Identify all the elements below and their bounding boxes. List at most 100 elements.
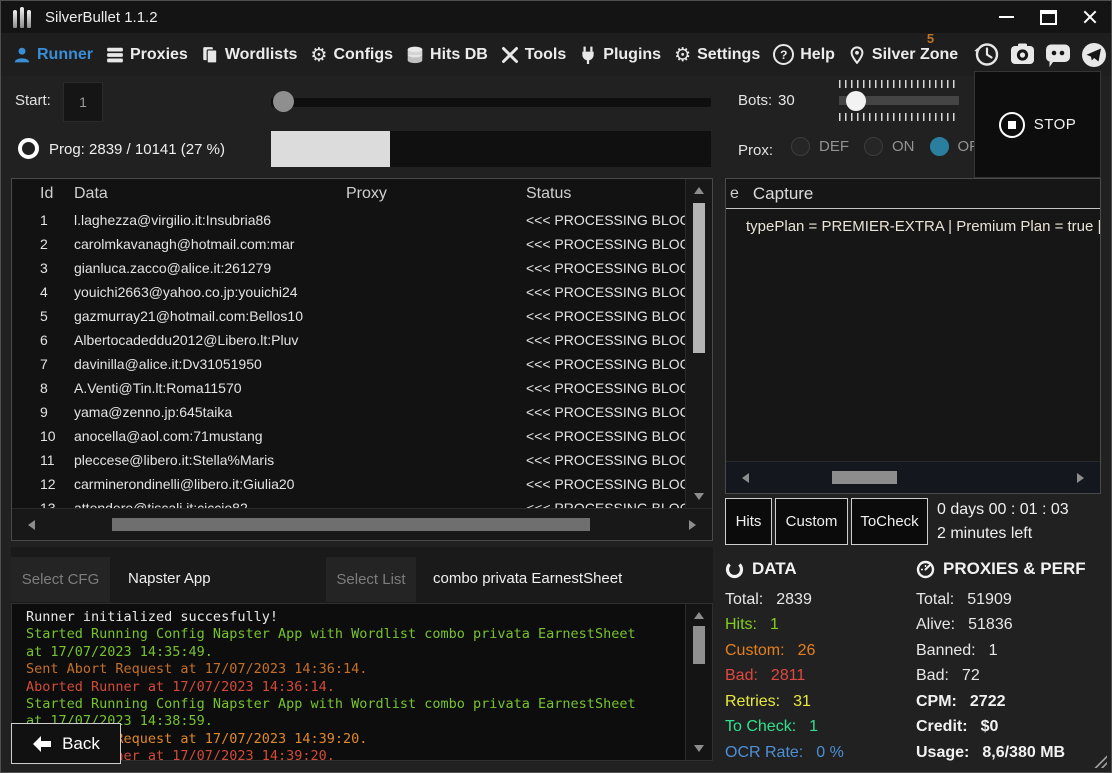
- table-vertical-scrollbar[interactable]: [685, 179, 712, 508]
- scrollbar-thumb[interactable]: [693, 626, 705, 664]
- nav-item-help[interactable]: ? Help: [773, 44, 835, 65]
- history-button[interactable]: [971, 40, 1001, 70]
- resize-grip[interactable]: [1092, 753, 1107, 768]
- telegram-button[interactable]: [1079, 40, 1109, 70]
- nav-item-silver-zone[interactable]: 5 Silver Zone: [848, 46, 958, 64]
- scrollbar-thumb[interactable]: [112, 518, 590, 531]
- stat-label: Credit:: [916, 718, 968, 736]
- scroll-down-icon[interactable]: [694, 493, 704, 500]
- select-list-button[interactable]: Select List: [326, 557, 416, 602]
- radio-icon[interactable]: [791, 137, 810, 156]
- silver-zone-badge: 5: [927, 31, 934, 46]
- back-button-label: Back: [62, 734, 100, 754]
- nav-item-plugins[interactable]: Plugins: [579, 46, 661, 64]
- nav-label: Runner: [37, 46, 93, 64]
- data-stats-header: DATA: [725, 559, 797, 579]
- nav-label: Proxies: [130, 46, 188, 64]
- bots-value: 30: [778, 92, 795, 109]
- table-row[interactable]: 3 gianluca.zacco@alice.it:261279 <<< PRO…: [12, 256, 685, 280]
- minimize-button[interactable]: [985, 1, 1027, 33]
- log-line: at 17/07/2023 14:35:49.: [26, 644, 680, 661]
- slider-ticks: [839, 80, 959, 88]
- log-line: Runner initialized succesfully!: [26, 609, 680, 626]
- proxy-mode-option[interactable]: ON: [864, 137, 915, 156]
- scroll-right-icon[interactable]: [1077, 473, 1084, 483]
- capture-list: typePlan = PREMIER-EXTRA | Premium Plan …: [726, 209, 1100, 235]
- discord-icon: [1044, 41, 1072, 69]
- table-row[interactable]: 8 A.Venti@Tin.lt:Roma11570 <<< PROCESSIN…: [12, 376, 685, 400]
- nav-item-configs[interactable]: ⚙ Configs: [310, 46, 393, 64]
- help-icon: ?: [773, 44, 794, 65]
- stat-row: Alive: 51836: [916, 613, 1065, 639]
- start-label: Start:: [15, 92, 51, 109]
- table-row[interactable]: 11 pleccese@libero.it:Stella%Maris <<< P…: [12, 448, 685, 472]
- log-line: Started Running Config Napster App with …: [26, 626, 680, 643]
- tab-tocheck[interactable]: ToCheck: [851, 498, 928, 545]
- table-horizontal-scrollbar[interactable]: [12, 508, 712, 540]
- proxy-mode-option[interactable]: DEF: [791, 137, 849, 156]
- table-row[interactable]: 4 youichi2663@yahoo.co.jp:youichi24 <<< …: [12, 280, 685, 304]
- table-row[interactable]: 7 davinilla@alice.it:Dv31051950 <<< PROC…: [12, 352, 685, 376]
- clipped-column-text: e: [730, 185, 739, 203]
- nav-item-wordlists[interactable]: Wordlists: [201, 46, 298, 64]
- screenshot-button[interactable]: [1007, 40, 1037, 70]
- slider-ticks: [839, 113, 959, 121]
- nav-item-tools[interactable]: Tools: [501, 46, 566, 64]
- stop-button[interactable]: STOP: [974, 71, 1101, 178]
- nav-label: Hits DB: [430, 46, 488, 64]
- close-button[interactable]: [1069, 1, 1111, 33]
- stat-value: 2839: [776, 591, 812, 609]
- scroll-left-icon[interactable]: [742, 473, 749, 483]
- nav-label: Settings: [697, 46, 760, 64]
- select-cfg-button[interactable]: Select CFG: [11, 557, 110, 602]
- scroll-up-icon[interactable]: [694, 187, 704, 194]
- capture-horizontal-scrollbar[interactable]: [726, 461, 1100, 493]
- time-remaining: 2 minutes left: [937, 525, 1032, 543]
- slider-thumb[interactable]: [846, 91, 866, 111]
- radio-icon[interactable]: [930, 137, 949, 156]
- bots-slider[interactable]: [839, 80, 959, 126]
- table-row[interactable]: 10 anocella@aol.com:71mustang <<< PROCES…: [12, 424, 685, 448]
- radio-icon[interactable]: [864, 137, 883, 156]
- scroll-right-icon[interactable]: [689, 520, 696, 530]
- gauge-icon: [916, 560, 935, 579]
- table-row[interactable]: 2 carolmkavanagh@hotmail.com:mar <<< PRO…: [12, 232, 685, 256]
- table-row[interactable]: 1 l.laghezza@virgilio.it:Insubria86 <<< …: [12, 208, 685, 232]
- stat-label: Retries:: [725, 693, 780, 711]
- database-icon: [406, 46, 424, 64]
- skip-slider[interactable]: [271, 91, 711, 113]
- scrollbar-thumb[interactable]: [832, 471, 897, 484]
- log-scrollbar[interactable]: [685, 604, 712, 760]
- location-pin-icon: [848, 46, 866, 64]
- table-row[interactable]: 6 Albertocadeddu2012@Libero.lt:Pluv <<< …: [12, 328, 685, 352]
- stat-row: Bad: 72: [916, 664, 1065, 690]
- capture-row[interactable]: typePlan = PREMIER-EXTRA | Premium Plan …: [746, 218, 1100, 235]
- nav-label: Wordlists: [225, 46, 298, 64]
- back-button[interactable]: Back: [11, 723, 121, 764]
- table-row[interactable]: 12 carminerondinelli@libero.it:Giulia20 …: [12, 472, 685, 496]
- nav-item-hits-db[interactable]: Hits DB: [406, 46, 488, 64]
- table-row[interactable]: 5 gazmurray21@hotmail.com:Bellos10 <<< P…: [12, 304, 685, 328]
- stat-value: 72: [962, 667, 980, 685]
- nav-item-settings[interactable]: ⚙ Settings: [674, 46, 760, 64]
- scroll-up-icon[interactable]: [694, 612, 704, 619]
- stat-value: 0 %: [816, 744, 844, 762]
- stat-value: 51909: [967, 591, 1012, 609]
- maximize-button[interactable]: [1027, 1, 1069, 33]
- discord-button[interactable]: [1043, 40, 1073, 70]
- tab-custom[interactable]: Custom: [775, 498, 848, 545]
- scroll-down-icon[interactable]: [694, 745, 704, 752]
- scrollbar-thumb[interactable]: [693, 203, 705, 353]
- stat-row: Total: 51909: [916, 587, 1065, 613]
- nav-item-proxies[interactable]: Proxies: [106, 46, 188, 64]
- stat-row: Hits: 1: [725, 613, 844, 639]
- stat-row: CPM: 2722: [916, 689, 1065, 715]
- start-input[interactable]: 1: [63, 82, 103, 122]
- nav-item-runner[interactable]: Runner: [13, 46, 93, 64]
- scroll-left-icon[interactable]: [28, 520, 35, 530]
- slider-thumb[interactable]: [273, 91, 294, 112]
- tab-hits[interactable]: Hits: [725, 498, 772, 545]
- proxies-stats-list: Total: 51909 Alive: 51836 Banned: 1 Bad:…: [916, 587, 1065, 766]
- table-row[interactable]: 13 attendere@tiscali.it:ciccio82 <<< PRO…: [12, 496, 685, 508]
- table-row[interactable]: 9 yama@zenno.jp:645taika <<< PROCESSING …: [12, 400, 685, 424]
